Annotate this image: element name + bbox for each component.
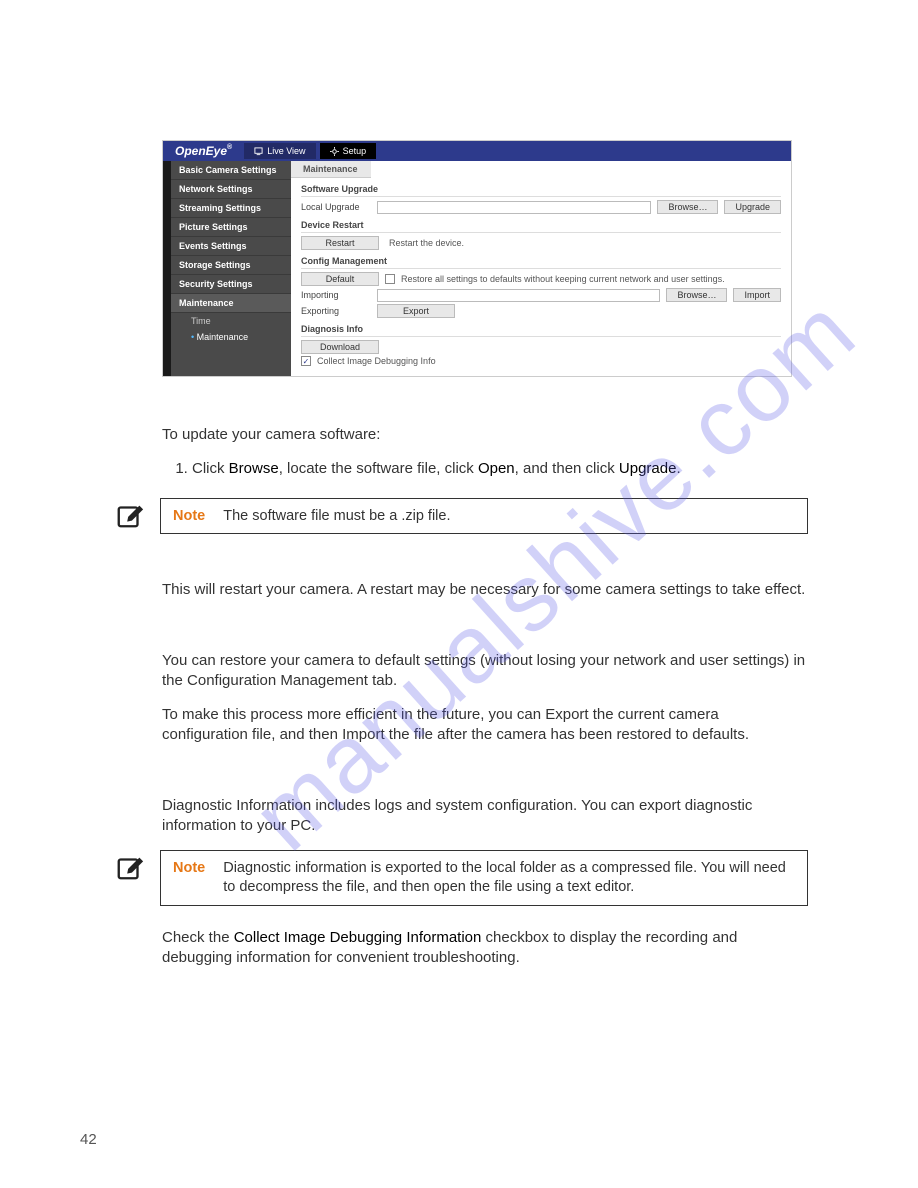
restart-desc: Restart the device.	[385, 238, 464, 248]
restart-para: This will restart your camera. A restart…	[162, 580, 808, 600]
importing-label: Importing	[301, 290, 371, 300]
intro-text: To update your camera software:	[162, 425, 808, 445]
app-sidebar: Basic Camera Settings Network Settings S…	[171, 161, 291, 376]
gear-icon	[330, 147, 339, 156]
browse-button-upgrade[interactable]: Browse…	[657, 200, 718, 214]
restore-hint: Restore all settings to defaults without…	[401, 274, 725, 284]
note-label: Note	[173, 507, 205, 526]
section-title-config-mgmt: Config Management	[301, 256, 781, 269]
default-button[interactable]: Default	[301, 272, 379, 286]
sidebar-item-streaming[interactable]: Streaming Settings	[171, 199, 291, 218]
setup-button[interactable]: Setup	[320, 143, 377, 159]
note-label: Note	[173, 859, 205, 897]
sidebar-item-picture[interactable]: Picture Settings	[171, 218, 291, 237]
brand-logo: OpenEye®	[163, 144, 244, 158]
sidebar-sub-maintenance[interactable]: Maintenance	[171, 329, 291, 345]
step-1: Click Browse, locate the software file, …	[192, 459, 808, 479]
import-button[interactable]: Import	[733, 288, 781, 302]
note-body: Diagnostic information is exported to th…	[223, 859, 795, 897]
section-device-restart: Device Restart Restart Restart the devic…	[301, 220, 781, 250]
tab-maintenance[interactable]: Maintenance	[291, 161, 371, 178]
pencil-note-icon	[115, 500, 145, 530]
section-software-upgrade: Software Upgrade Local Upgrade Browse… U…	[301, 184, 781, 214]
section-config-mgmt: Config Management Default Restore all se…	[301, 256, 781, 318]
restart-button[interactable]: Restart	[301, 236, 379, 250]
note-2: Note Diagnostic information is exported …	[115, 850, 838, 906]
importing-input[interactable]	[377, 289, 660, 302]
sidebar-item-network[interactable]: Network Settings	[171, 180, 291, 199]
collect-debug-label: Collect Image Debugging Info	[317, 356, 436, 366]
note-body: The software file must be a .zip file.	[223, 507, 795, 526]
setup-label: Setup	[343, 146, 367, 156]
collect-debug-checkbox[interactable]: ✓	[301, 356, 311, 366]
section-title-software-upgrade: Software Upgrade	[301, 184, 781, 197]
live-view-button[interactable]: Live View	[244, 143, 315, 159]
app-left-bar	[163, 161, 171, 376]
sidebar-item-maintenance[interactable]: Maintenance	[171, 294, 291, 313]
pencil-note-icon	[115, 852, 145, 882]
download-button[interactable]: Download	[301, 340, 379, 354]
restore-para: You can restore your camera to default s…	[162, 651, 808, 692]
app-header: OpenEye® Live View Setup	[163, 141, 791, 161]
browse-button-import[interactable]: Browse…	[666, 288, 727, 302]
exporting-label: Exporting	[301, 306, 371, 316]
section-diagnosis: Diagnosis Info Download ✓ Collect Image …	[301, 324, 781, 376]
sidebar-item-storage[interactable]: Storage Settings	[171, 256, 291, 275]
check-para: Check the Collect Image Debugging Inform…	[162, 928, 808, 969]
export-para: To make this process more efficient in t…	[162, 705, 808, 746]
diag-para: Diagnostic Information includes logs and…	[162, 796, 808, 837]
monitor-icon	[254, 147, 263, 156]
sidebar-sub-time[interactable]: Time	[171, 313, 291, 329]
note-1: Note The software file must be a .zip fi…	[115, 498, 838, 535]
section-title-device-restart: Device Restart	[301, 220, 781, 233]
local-upgrade-input[interactable]	[377, 201, 651, 214]
live-view-label: Live View	[267, 146, 305, 156]
sidebar-item-basic[interactable]: Basic Camera Settings	[171, 161, 291, 180]
upgrade-button[interactable]: Upgrade	[724, 200, 781, 214]
sidebar-item-security[interactable]: Security Settings	[171, 275, 291, 294]
sidebar-item-events[interactable]: Events Settings	[171, 237, 291, 256]
restore-checkbox[interactable]	[385, 274, 395, 284]
section-title-diagnosis: Diagnosis Info	[301, 324, 781, 337]
page-number: 42	[80, 1131, 97, 1148]
export-button[interactable]: Export	[377, 304, 455, 318]
app-main: Maintenance Software Upgrade Local Upgra…	[291, 161, 791, 376]
app-screenshot: OpenEye® Live View Setup Basic Camera Se…	[162, 140, 792, 377]
local-upgrade-label: Local Upgrade	[301, 202, 371, 212]
